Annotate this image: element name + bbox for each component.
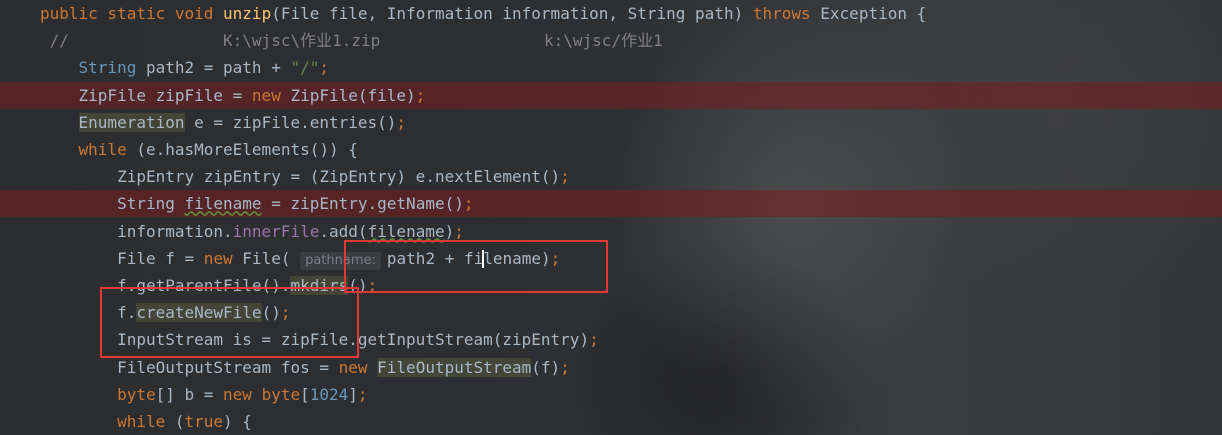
code-token: new: [251, 85, 291, 105]
code-token: (e.hasMoreElements()) {: [136, 140, 358, 159]
annotation-box-file-constructor: [344, 240, 608, 293]
code-token: ;: [357, 384, 368, 404]
code-token: FileOutputStream fos =: [40, 357, 339, 377]
code-token: ;: [589, 330, 599, 350]
annotation-box-createnewfile: [100, 287, 359, 358]
code-token: unzip: [223, 4, 272, 23]
code-token: ;: [319, 58, 329, 78]
code-token: (: [174, 412, 185, 431]
code-token: new: [203, 248, 243, 268]
code-token: new: [338, 357, 378, 377]
code-token: "/": [290, 58, 320, 78]
code-token: = zipEntry.getName(): [261, 194, 464, 214]
code-token: while: [78, 140, 137, 159]
code-line[interactable]: public static void unzip(File file, Info…: [0, 0, 1222, 27]
code-token: ;: [560, 357, 570, 377]
code-token: filename: [184, 194, 262, 214]
code-token: true: [184, 412, 224, 431]
code-token: ): [444, 221, 455, 241]
code-line[interactable]: Enumeration e = zipFile.entries();: [0, 109, 1222, 136]
code-token: Enumeration: [78, 112, 185, 132]
code-token: while: [117, 412, 175, 431]
code-token: ]: [348, 384, 358, 404]
code-token: throws: [752, 4, 821, 23]
code-token: Exception {: [820, 4, 927, 23]
code-line[interactable]: ZipEntry zipEntry = (ZipEntry) e.nextEle…: [0, 163, 1222, 190]
code-line[interactable]: while (true) {: [0, 408, 1222, 435]
code-editor[interactable]: public static void unzip(File file, Info…: [0, 0, 1222, 435]
code-token: ZipFile(file): [290, 85, 416, 105]
code-token: information.: [40, 221, 233, 241]
code-token: new: [223, 384, 262, 404]
code-line[interactable]: File f = new File( pathname: path2 + file…: [0, 245, 1222, 272]
code-token: ;: [463, 194, 474, 214]
code-token: String: [78, 58, 137, 78]
code-line[interactable]: byte[] b = new byte[1024];: [0, 381, 1222, 408]
code-token: public static void: [40, 4, 224, 23]
code-line[interactable]: ZipFile zipFile = new ZipFile(file);: [0, 81, 1222, 109]
code-token: [: [300, 384, 310, 404]
code-token: ;: [454, 221, 464, 241]
code-token: (f): [531, 357, 561, 377]
code-token: filename: [367, 221, 445, 241]
code-token: ;: [415, 85, 426, 105]
code-token: path2 = path +: [136, 58, 291, 78]
code-token: ZipFile zipFile =: [40, 85, 252, 105]
code-token: File f =: [40, 248, 204, 268]
code-token: // K:\wjsc\作业1.zip k:\wjsc/作业1: [40, 31, 663, 51]
code-token: innerFile: [232, 221, 320, 241]
code-token: ) {: [223, 412, 252, 431]
code-token: File(: [242, 248, 301, 268]
code-token: ;: [560, 167, 570, 187]
code-token: ;: [396, 112, 407, 132]
code-token: ZipEntry zipEntry = (ZipEntry) e.nextEle…: [40, 167, 561, 187]
code-token: .add(: [319, 221, 368, 241]
code-line[interactable]: // K:\wjsc\作业1.zip k:\wjsc/作业1: [0, 27, 1222, 54]
code-line[interactable]: while (e.hasMoreElements()) {: [0, 136, 1222, 163]
code-line[interactable]: String path2 = path + "/";: [0, 54, 1222, 81]
code-token: e = zipFile.entries(): [184, 112, 397, 132]
code-token: String: [40, 194, 185, 214]
code-line[interactable]: String filename = zipEntry.getName();: [0, 190, 1222, 218]
code-line[interactable]: information.innerFile.add(filename);: [0, 218, 1222, 245]
code-token: (File file, Information information, Str…: [271, 4, 753, 23]
code-token: [] b =: [155, 384, 224, 404]
code-token: byte: [117, 384, 156, 404]
code-token: 1024: [309, 384, 349, 404]
code-token: byte: [261, 384, 301, 404]
code-token: FileOutputStream: [377, 357, 532, 377]
